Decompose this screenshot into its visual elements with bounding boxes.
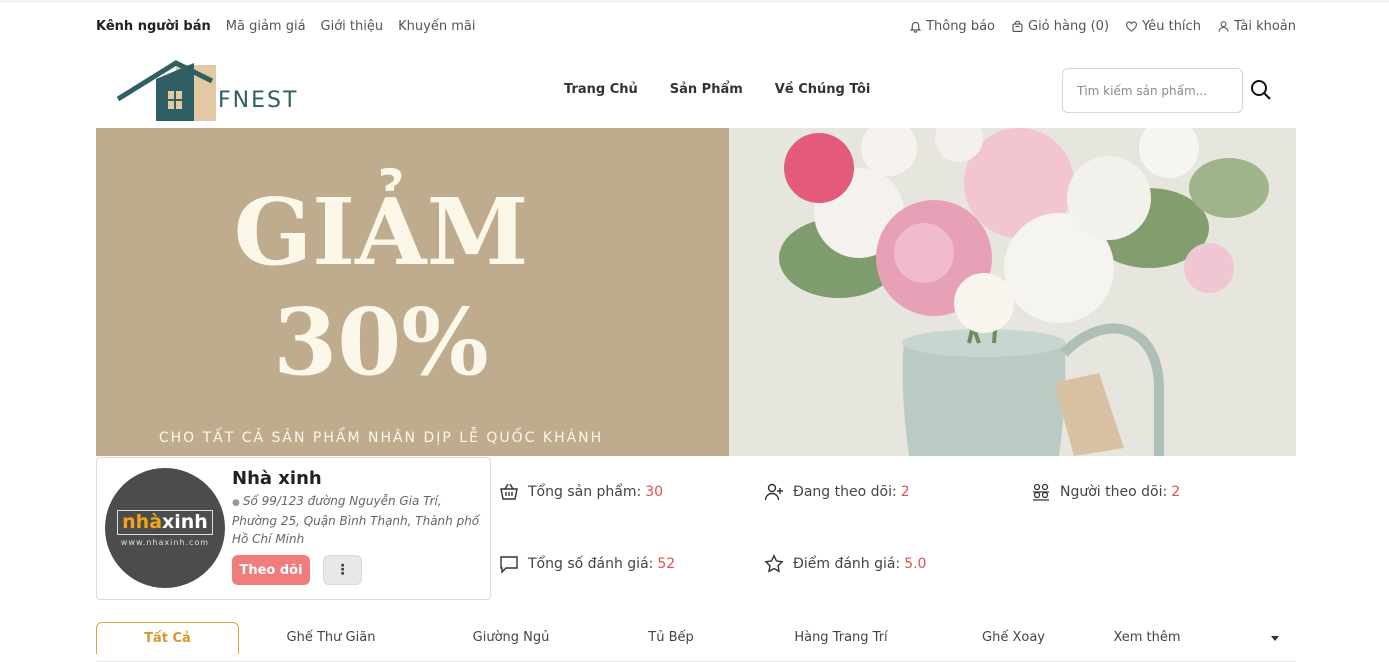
bell-icon (909, 21, 922, 33)
notifications-link[interactable]: Thông báo (909, 19, 995, 34)
stat-total-reviews-label: Tổng số đánh giá: (528, 556, 654, 572)
stat-total-reviews: Tổng số đánh giá: 52 (499, 554, 675, 574)
follow-button[interactable]: Theo dõi (232, 555, 310, 585)
stat-total-products-value: 30 (645, 484, 664, 500)
banner-text-panel: GIẢM 30% CHO TẤT CẢ SẢN PHẨM NHÂN DỊP LỄ… (96, 128, 729, 456)
promotion-link[interactable]: Khuyến mãi (398, 19, 475, 34)
tab-swivel-chairs[interactable]: Ghế Xoay (961, 622, 1066, 653)
top-bar-right: Thông báo Giỏ hàng (0) Yêu thích Tài kho… (893, 19, 1296, 34)
location-pin-icon: ● (232, 498, 240, 508)
tab-kitchen-cabinets[interactable]: Tủ Bếp (616, 622, 726, 653)
chevron-down-icon[interactable] (1271, 636, 1279, 641)
tab-relax-chairs[interactable]: Ghế Thư Giãn (266, 622, 396, 653)
more-options-button[interactable]: ⋮ (323, 555, 362, 585)
favorites-label: Yêu thích (1142, 18, 1201, 34)
search-icon[interactable] (1250, 79, 1272, 101)
cart-label: Giỏ hàng (0) (1028, 18, 1110, 34)
stat-followers-label: Người theo dõi: (1060, 484, 1168, 500)
favorites-link[interactable]: Yêu thích (1125, 19, 1201, 34)
about-link[interactable]: Giới thiệu (321, 19, 384, 34)
shop-logo-site: www.nhaxinh.com (120, 537, 210, 547)
basket-icon (500, 483, 518, 500)
flower-vase-illustration (729, 128, 1296, 456)
top-bar: Kênh người bán Mã giảm giá Giới thiệu Kh… (96, 12, 1296, 40)
notifications-label: Thông báo (926, 18, 995, 34)
chat-icon (500, 556, 518, 574)
stat-following-label: Đang theo dõi: (793, 484, 897, 500)
user-icon (1218, 20, 1229, 32)
main-header: FNEST Trang Chủ Sản Phẩm Về Chúng Tôi (96, 55, 1296, 127)
shop-avatar[interactable]: nhàxinh www.nhaxinh.com (105, 468, 225, 588)
user-plus-icon (764, 483, 783, 501)
tab-beds[interactable]: Giường Ngủ (446, 622, 576, 653)
stat-rating: Điểm đánh giá: 5.0 (764, 554, 926, 574)
seller-channel-link[interactable]: Kênh người bán (96, 19, 211, 34)
shop-address: ● Số 99/123 đường Nguyễn Gia Trí, Phường … (232, 492, 484, 548)
shop-logo-text-2: xinh (162, 510, 208, 533)
nav-home[interactable]: Trang Chủ (564, 82, 638, 97)
top-bar-left: Kênh người bán Mã giảm giá Giới thiệu Kh… (96, 19, 490, 34)
banner-title-line1: GIẢM (233, 178, 529, 286)
shop-logo-box: nhàxinh (117, 509, 213, 535)
stat-total-products-label: Tổng sản phẩm: (528, 484, 642, 500)
stat-followers: Người theo dõi: 2 (1031, 482, 1180, 502)
heart-icon (1126, 20, 1137, 32)
users-icon (1033, 483, 1049, 501)
bag-icon (1012, 20, 1023, 32)
cart-link[interactable]: Giỏ hàng (0) (1011, 19, 1109, 34)
stat-rating-value: 5.0 (904, 556, 927, 572)
voucher-link[interactable]: Mã giảm giá (226, 19, 306, 34)
logo-text: FNEST (218, 88, 299, 113)
banner-title-line2: 30% (273, 288, 489, 396)
stat-following: Đang theo dõi: 2 (764, 482, 910, 502)
nav-about[interactable]: Về Chúng Tôi (775, 82, 871, 97)
shop-address-text: Số 99/123 đường Nguyễn Gia Trí, Phường 2… (232, 494, 480, 546)
shop-name: Nhà xinh (232, 468, 322, 489)
search-input[interactable] (1062, 68, 1243, 113)
shop-info-card: nhàxinh www.nhaxinh.com Nhà xinh ● Số 99/… (96, 457, 491, 600)
banner-flower-image (729, 128, 1296, 456)
stat-rating-label: Điểm đánh giá: (793, 556, 901, 572)
banner-subtitle: CHO TẤT CẢ SẢN PHẨM NHÂN DỊP LỄ QUỐC KHÁ… (158, 430, 604, 446)
tab-all[interactable]: Tất Cả (96, 622, 239, 654)
stat-followers-value: 2 (1171, 484, 1181, 500)
category-tabs: Tất Cả Ghế Thư Giãn Giường Ngủ Tủ Bếp Hà… (96, 622, 1296, 662)
tab-see-more[interactable]: Xem thêm (1106, 622, 1188, 653)
promo-banner[interactable]: GIẢM 30% CHO TẤT CẢ SẢN PHẨM NHÂN DỊP LỄ… (96, 128, 1296, 456)
stat-following-value: 2 (900, 484, 910, 500)
main-nav: Trang Chủ Sản Phẩm Về Chúng Tôi (564, 82, 902, 97)
shop-logo-text-1: nhà (122, 510, 163, 533)
account-link[interactable]: Tài khoản (1217, 19, 1296, 34)
account-label: Tài khoản (1233, 18, 1296, 34)
stat-total-reviews-value: 52 (657, 556, 676, 572)
star-icon (764, 554, 784, 573)
tab-decor[interactable]: Hàng Trang Trí (776, 622, 906, 653)
top-border (0, 0, 1389, 3)
nav-products[interactable]: Sản Phẩm (670, 82, 743, 97)
stat-total-products: Tổng sản phẩm: 30 (499, 482, 663, 502)
